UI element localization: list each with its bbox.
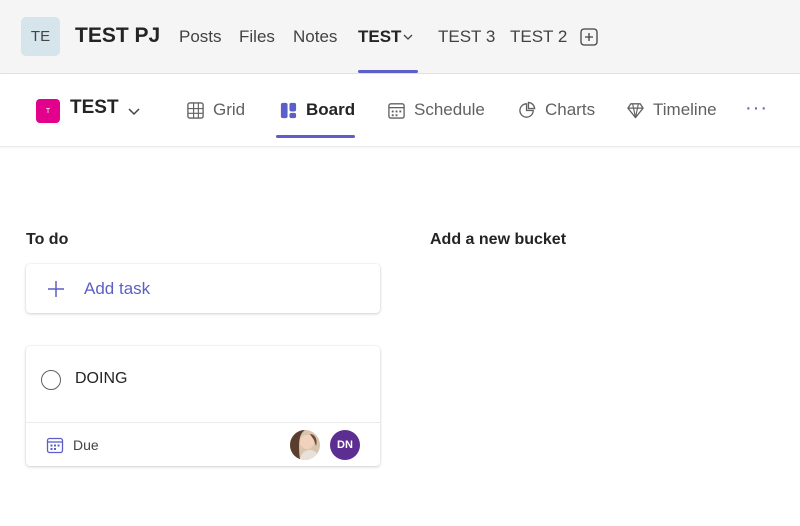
timeline-icon [627,102,644,118]
active-tab-indicator [358,70,418,73]
view-tab-grid[interactable]: Grid [186,98,245,122]
schedule-icon [388,102,405,119]
view-tab-label: Timeline [653,100,717,119]
person-photo-icon [290,430,320,460]
chevron-down-icon[interactable] [402,31,414,43]
view-tab-label: Schedule [414,100,485,119]
plan-color-swatch: T [36,99,60,123]
complete-task-checkbox[interactable] [41,370,61,390]
divider [26,422,380,423]
more-options-icon[interactable]: ··· [745,97,768,120]
view-tab-label: Charts [545,100,596,119]
planner-toolbar: T TEST Grid Board Schedule Charts Timeli… [0,75,800,147]
plus-square-icon[interactable] [580,28,598,46]
plan-name[interactable]: TEST [70,97,119,119]
task-card[interactable]: DOING Due DN [26,346,380,466]
task-title[interactable]: DOING [75,370,127,388]
team-avatar[interactable]: TE [21,17,60,56]
board-icon [280,102,297,118]
view-tab-label: Grid [213,100,246,119]
tab-notes[interactable]: Notes [293,27,337,47]
view-tab-board[interactable]: Board [279,98,355,122]
assignee-avatar-initials[interactable]: DN [330,430,360,460]
chevron-down-icon[interactable] [127,104,141,118]
add-new-bucket[interactable]: Add a new bucket [430,231,566,249]
tab-files[interactable]: Files [239,27,275,47]
team-name: TEST PJ [75,24,161,47]
charts-icon [519,101,536,118]
view-tab-timeline[interactable]: Timeline [626,98,717,122]
view-tab-schedule[interactable]: Schedule [387,98,485,122]
assignee-avatar[interactable] [290,430,320,460]
active-view-indicator [276,135,355,138]
add-task-label: Add task [84,278,151,298]
view-tab-label: Board [306,100,356,119]
plus-icon [48,280,64,297]
due-date-label[interactable]: Due [73,437,99,453]
tab-test[interactable]: TEST [358,27,401,47]
tab-test-2[interactable]: TEST 2 [510,27,567,47]
tab-posts[interactable]: Posts [179,27,222,47]
add-task-button[interactable]: Add task [26,264,380,313]
calendar-icon [46,437,64,454]
grid-icon [187,101,204,119]
tab-test-3[interactable]: TEST 3 [438,27,495,47]
bucket-title[interactable]: To do [26,231,68,249]
view-tab-charts[interactable]: Charts [518,98,595,122]
channel-header: TE TEST PJ Posts Files Notes TEST TEST 3… [0,0,800,74]
